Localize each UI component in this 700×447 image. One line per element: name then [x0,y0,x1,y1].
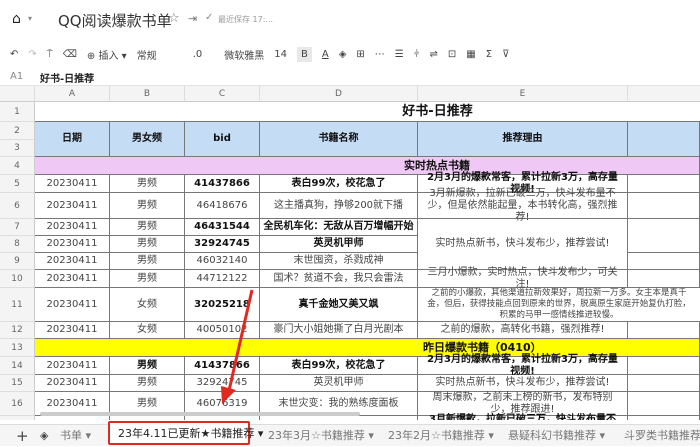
sheet-tab-bar: + ◈ 书单 ▾ 23年4.11已更新★书籍推荐 ▾ 23年3月☆书籍推荐 ▾ … [0,421,700,447]
tab-shudan[interactable]: 书单 ▾ [60,425,91,447]
tab-active[interactable]: 23年4.11已更新★书籍推荐 ▾ [108,421,263,445]
annotation-overlay [221,289,254,404]
tab-douluo[interactable]: 斗罗类书籍推荐 [624,425,700,447]
tab-suspense[interactable]: 悬疑科幻书籍推荐 ▾ [508,425,605,447]
tab-march[interactable]: 23年3月☆书籍推荐 ▾ [268,425,374,447]
red-arrow-line [226,289,254,396]
tab-feb[interactable]: 23年2月☆书籍推荐 ▾ [388,425,494,447]
add-sheet-icon[interactable]: + [16,425,29,447]
red-arrow-head [221,386,236,404]
sheets-list-icon[interactable]: ◈ [40,425,48,447]
